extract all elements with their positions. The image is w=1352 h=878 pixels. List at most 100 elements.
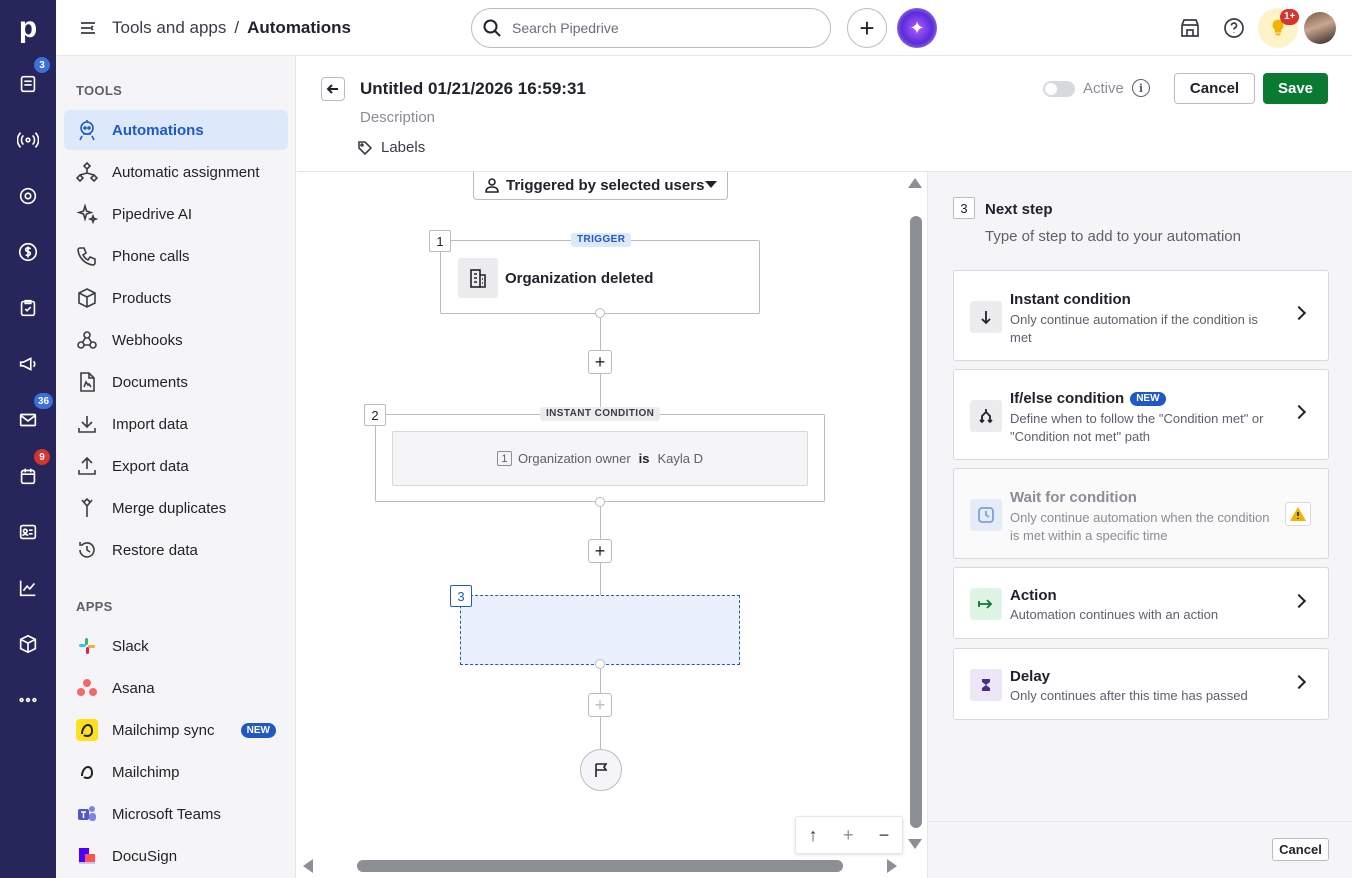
workflow-canvas[interactable]: Triggered by selected users Organization…: [297, 172, 927, 878]
sidebar-item-products[interactable]: Products: [64, 278, 288, 318]
sidebar-item-label: Pipedrive AI: [112, 205, 193, 223]
active-toggle[interactable]: [1043, 81, 1075, 97]
tag-icon: [358, 140, 373, 155]
arrow-down-icon: [970, 301, 1002, 333]
info-icon[interactable]: i: [1132, 79, 1150, 97]
condition-field: Organization owner: [517, 451, 631, 466]
add-step-button[interactable]: +: [588, 693, 612, 717]
action-arrow-icon: [970, 588, 1002, 620]
mailchimp-icon: [76, 719, 98, 741]
panel-footer-divider: [928, 821, 1352, 822]
scroll-up-arrow[interactable]: [908, 178, 922, 188]
chevron-right-icon: [1291, 593, 1307, 609]
add-step-button[interactable]: +: [588, 539, 612, 563]
broadcast-icon[interactable]: [14, 126, 42, 154]
sidebar-item-docusign[interactable]: DocuSign: [64, 836, 288, 876]
scroll-right-arrow[interactable]: [887, 859, 897, 873]
sidebar-item-mailchimp[interactable]: Mailchimp: [64, 752, 288, 792]
collapse-menu-icon[interactable]: [78, 18, 98, 38]
trigger-node[interactable]: Organization deleted: [440, 240, 760, 314]
sidebar-item-import-data[interactable]: Import data: [64, 404, 288, 444]
document-icon: [76, 371, 98, 393]
sidebar-item-documents[interactable]: Documents: [64, 362, 288, 402]
chevron-right-icon: [1291, 674, 1307, 690]
tools-section-title: TOOLS: [76, 83, 123, 98]
automation-title[interactable]: Untitled 01/21/2026 16:59:31: [360, 79, 586, 99]
insights-icon[interactable]: [14, 574, 42, 602]
breadcrumb-current: Automations: [247, 18, 351, 37]
target-icon[interactable]: [14, 182, 42, 210]
step-option-instant-condition[interactable]: Instant condition Only continue automati…: [953, 270, 1329, 361]
connector-line: [600, 717, 601, 749]
fit-view-button[interactable]: ↑: [809, 825, 818, 846]
breadcrumb: Tools and apps / Automations: [112, 18, 351, 38]
deals-icon[interactable]: [14, 238, 42, 266]
zoom-out-button[interactable]: −: [879, 825, 890, 846]
vertical-scrollbar[interactable]: [910, 216, 922, 828]
condition-row[interactable]: 1 Organization owner is Kayla D: [392, 431, 808, 486]
leads-icon[interactable]: [14, 70, 42, 98]
instant-condition-node[interactable]: 1 Organization owner is Kayla D: [375, 414, 825, 502]
description-field[interactable]: Description: [360, 109, 435, 126]
back-button[interactable]: [321, 77, 345, 101]
sidebar-item-pipedrive-ai[interactable]: Pipedrive AI: [64, 194, 288, 234]
robot-icon: [76, 119, 98, 141]
mail-badge: 36: [34, 393, 54, 409]
help-icon[interactable]: [1222, 16, 1246, 40]
quick-add-button[interactable]: +: [847, 8, 887, 48]
more-icon[interactable]: [14, 686, 42, 714]
sidebar-item-automations[interactable]: Automations: [64, 110, 288, 150]
search-icon: [483, 19, 501, 37]
calendar-icon[interactable]: [14, 462, 42, 490]
sidebar-item-label: Phone calls: [112, 247, 190, 265]
sidebar-item-asana[interactable]: Asana: [64, 668, 288, 708]
tasks-icon[interactable]: [14, 294, 42, 322]
option-title: Action: [1010, 587, 1057, 604]
step-option-delay[interactable]: Delay Only continues after this time has…: [953, 648, 1329, 720]
zoom-in-button[interactable]: +: [843, 825, 854, 846]
step-option-if-else-condition[interactable]: If/else condition NEW Define when to fol…: [953, 369, 1329, 460]
sidebar-item-label: Documents: [112, 373, 188, 391]
contacts-icon[interactable]: [14, 518, 42, 546]
scroll-left-arrow[interactable]: [303, 859, 313, 873]
add-step-button[interactable]: +: [588, 350, 612, 374]
search-placeholder: Search Pipedrive: [512, 20, 619, 36]
breadcrumb-parent[interactable]: Tools and apps: [112, 18, 226, 38]
sidebar-item-automatic-assignment[interactable]: Automatic assignment: [64, 152, 288, 192]
sidebar-item-merge-duplicates[interactable]: Merge duplicates: [64, 488, 288, 528]
sidebar-item-webhooks[interactable]: Webhooks: [64, 320, 288, 360]
trigger-dropdown-label: Triggered by selected users: [506, 177, 705, 194]
horizontal-scrollbar[interactable]: [357, 860, 843, 872]
campaigns-icon[interactable]: [14, 350, 42, 378]
download-icon: [76, 413, 98, 435]
trigger-user-dropdown[interactable]: Triggered by selected users: [473, 172, 728, 200]
pipedrive-logo[interactable]: p: [0, 0, 56, 56]
sidebar-item-restore-data[interactable]: Restore data: [64, 530, 288, 570]
products-icon[interactable]: [14, 630, 42, 658]
panel-cancel-button[interactable]: Cancel: [1272, 838, 1329, 861]
sidebar-item-slack[interactable]: Slack: [64, 626, 288, 666]
sidebar-item-microsoft-teams[interactable]: Microsoft Teams: [64, 794, 288, 834]
mail-icon[interactable]: [14, 406, 42, 434]
marketplace-icon[interactable]: [1178, 16, 1202, 40]
end-flag: [580, 749, 622, 791]
sidebar-item-phone-calls[interactable]: Phone calls: [64, 236, 288, 276]
user-icon: [484, 177, 500, 193]
labels-button[interactable]: Labels: [357, 139, 425, 156]
search-input[interactable]: Search Pipedrive: [471, 8, 831, 48]
mailchimp-icon: [76, 761, 98, 783]
ai-assistant-button[interactable]: ✦: [897, 8, 937, 48]
sidebar-item-mailchimp-sync[interactable]: Mailchimp sync NEW: [64, 710, 288, 750]
scroll-down-arrow[interactable]: [908, 839, 922, 849]
step-option-action[interactable]: Action Automation continues with an acti…: [953, 567, 1329, 639]
save-button[interactable]: Save: [1263, 73, 1328, 104]
sidebar-item-export-data[interactable]: Export data: [64, 446, 288, 486]
new-step-placeholder[interactable]: [460, 595, 740, 665]
building-icon: [458, 258, 498, 298]
sidebar-item-label: Automations: [112, 121, 204, 139]
cancel-button[interactable]: Cancel: [1174, 73, 1255, 104]
warning-icon[interactable]: [1285, 502, 1311, 526]
restore-icon: [76, 539, 98, 561]
sidebar-item-label: Microsoft Teams: [112, 805, 221, 823]
user-avatar[interactable]: [1304, 12, 1336, 44]
